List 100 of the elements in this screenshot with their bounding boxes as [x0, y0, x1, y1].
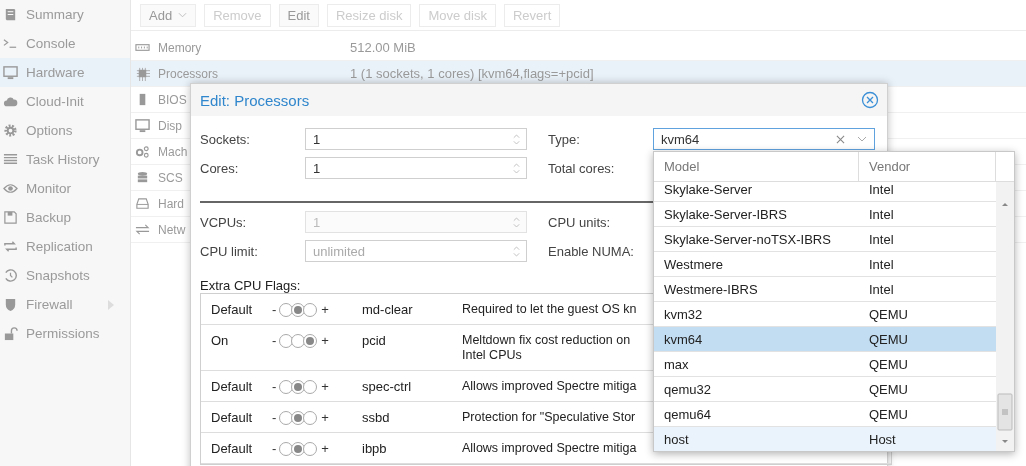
flag-description: Protection for "Speculative Stor — [462, 410, 636, 425]
table-cell: Processors — [158, 66, 219, 81]
history-icon — [3, 268, 18, 283]
close-icon[interactable] — [861, 91, 879, 109]
radio-button[interactable] — [279, 441, 294, 456]
radio-button[interactable] — [303, 302, 318, 317]
dropdown-option[interactable]: host Host — [654, 427, 996, 451]
padlock-icon — [3, 326, 18, 341]
monitor-icon — [3, 65, 18, 80]
column-header[interactable]: Model — [654, 152, 859, 181]
clear-icon[interactable] — [836, 134, 845, 144]
column-header[interactable]: Vendor — [859, 152, 996, 181]
dialog-title: Edit: Processors — [200, 91, 310, 109]
field-placeholder: unlimited — [313, 243, 367, 259]
sidebar-item[interactable]: Snapshots — [0, 261, 130, 290]
vendor-cell-text: Intel — [868, 182, 894, 197]
field-label: Enable NUMA: — [548, 243, 635, 259]
toolbar-button[interactable]: Edit — [278, 3, 319, 27]
radio-button[interactable] — [291, 441, 306, 456]
flag-name: ssbd — [362, 410, 391, 425]
caret-icon — [178, 12, 188, 18]
flag-description: Allows improved Spectre mitiga — [462, 379, 637, 394]
sidebar-item[interactable]: Task History — [0, 145, 130, 174]
field-value: 1 — [313, 131, 322, 147]
minus-label: - — [272, 379, 277, 394]
dropdown-option[interactable]: max QEMU — [654, 352, 996, 377]
table-cell: Hard — [158, 196, 184, 211]
dropdown-option[interactable]: Skylake-Server Intel — [654, 182, 996, 202]
flag-description: Meltdown fix cost reduction on — [462, 333, 631, 348]
database-icon — [135, 170, 150, 185]
plus-label: + — [321, 379, 329, 394]
sidebar-item[interactable]: Cloud-Init — [0, 87, 130, 116]
radio-button[interactable] — [303, 441, 318, 456]
number-field[interactable]: 1 — [305, 157, 527, 179]
field-label: VCPUs: — [200, 214, 248, 230]
table-cell: Memory — [158, 40, 202, 55]
radio-button[interactable] — [279, 379, 294, 394]
sidebar-item[interactable]: Console — [0, 29, 130, 58]
vendor-cell-text: Intel — [868, 256, 894, 272]
vendor-cell-text: Intel — [868, 281, 894, 297]
scrollbar[interactable] — [996, 182, 1014, 451]
radio-button[interactable] — [291, 410, 306, 425]
toolbar-button[interactable]: Add — [140, 3, 197, 27]
radio-button[interactable] — [279, 410, 294, 425]
dropdown-option[interactable]: Westmere-IBRS Intel — [654, 277, 996, 302]
table-cell-text: 1 (1 sockets, 1 cores) [kvm64,flags=+pcid] — [349, 66, 594, 81]
model-cell-text: kvm64 — [663, 331, 704, 347]
sidebar-item[interactable]: Replication — [0, 232, 130, 261]
field-label: Total cores: — [548, 160, 616, 176]
dropdown-option[interactable]: Skylake-Server-noTSX-IBRS Intel — [654, 227, 996, 252]
vendor-cell-text: Host — [868, 431, 896, 447]
radio-button[interactable] — [303, 379, 318, 394]
flag-name: spec-ctrl — [362, 379, 413, 394]
sync-icon — [3, 239, 18, 254]
terminal-icon — [3, 36, 18, 51]
number-field[interactable]: unlimited — [305, 240, 527, 262]
radio-button[interactable] — [291, 333, 306, 348]
sidebar-item[interactable]: Firewall — [0, 290, 130, 319]
sidebar-item[interactable]: Hardware — [0, 58, 130, 87]
sidebar-item[interactable]: Permissions — [0, 319, 130, 348]
radio-button[interactable] — [279, 302, 294, 317]
radio-button[interactable] — [303, 410, 318, 425]
vendor-cell-text: QEMU — [868, 381, 908, 397]
sidebar-item[interactable]: Summary — [0, 0, 130, 29]
section-label: Extra CPU Flags: — [200, 278, 301, 293]
spinner-icon[interactable] — [512, 131, 521, 147]
flag-description: Required to let the guest OS kn — [462, 302, 637, 317]
field-value: kvm64 — [661, 131, 701, 147]
table-cell-text: 512.00 MiB — [349, 40, 416, 55]
table-cell: BIOS — [158, 92, 187, 107]
settings-icon — [3, 123, 18, 138]
type-combobox[interactable]: kvm64 — [653, 128, 875, 150]
list-icon — [3, 152, 18, 167]
spinner-icon[interactable] — [512, 160, 521, 176]
model-cell-text: Westmere-IBRS — [663, 281, 759, 297]
sidebar-item[interactable]: Monitor — [0, 174, 130, 203]
dropdown-option[interactable]: Westmere Intel — [654, 252, 996, 277]
sidebar-item[interactable]: Backup — [0, 203, 130, 232]
caret-icon[interactable] — [857, 136, 867, 142]
spinner-icon[interactable] — [512, 243, 521, 259]
dropdown-option[interactable]: qemu32 QEMU — [654, 377, 996, 402]
field-value: 1 — [313, 214, 322, 230]
flag-description: Allows improved Spectre mitiga — [462, 441, 637, 456]
dropdown-option[interactable]: Skylake-Server-IBRS Intel — [654, 202, 996, 227]
radio-button[interactable] — [279, 333, 294, 348]
dropdown-option[interactable]: kvm64 QEMU — [654, 327, 996, 352]
gears-icon — [135, 144, 150, 159]
book-icon — [3, 7, 18, 22]
number-field[interactable]: 1 — [305, 128, 527, 150]
arrows-icon — [135, 222, 150, 237]
plus-label: + — [321, 302, 329, 317]
radio-button[interactable] — [291, 379, 306, 394]
radio-button[interactable] — [291, 302, 306, 317]
flag-name: md-clear — [362, 302, 414, 317]
table-cell: SCS — [158, 170, 183, 185]
field-label: Cores: — [200, 160, 240, 176]
model-cell-text: qemu32 — [663, 381, 712, 397]
field-label: CPU units: — [548, 214, 612, 230]
sidebar-item[interactable]: Options — [0, 116, 130, 145]
radio-button[interactable] — [303, 333, 318, 348]
